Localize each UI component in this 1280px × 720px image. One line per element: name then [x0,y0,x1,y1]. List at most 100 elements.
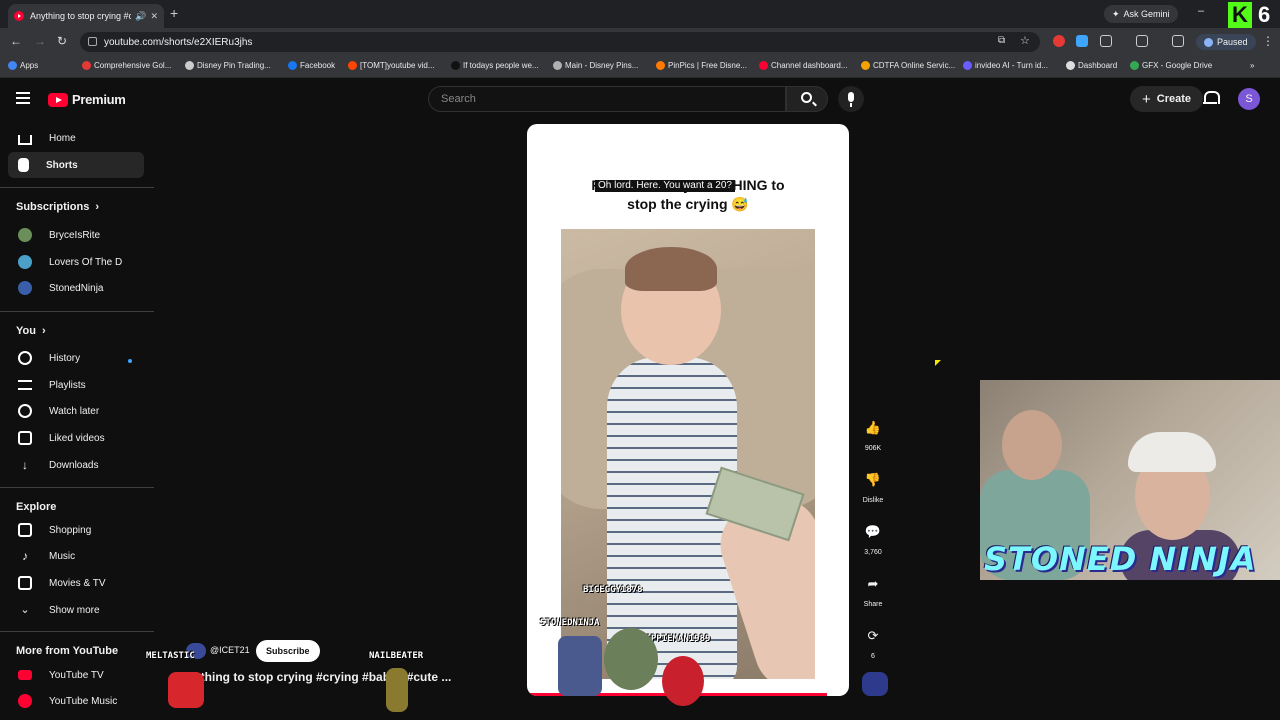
remix-button[interactable]: ⟳ 6 [859,623,887,660]
search-button[interactable] [786,86,828,112]
extension-red-icon[interactable] [1053,35,1065,47]
bookmark-item[interactable]: CDTFA Online Servic... [861,61,955,70]
extension-blue-icon[interactable] [1076,35,1088,47]
divider [0,187,154,188]
audio-icon[interactable]: 🔊 [135,11,146,22]
kick-logo-icon: K [1228,2,1252,28]
site-info-icon[interactable] [88,37,97,46]
video-title[interactable]: ything to stop crying #crying #babys #cu… [194,670,451,684]
remix-count: 6 [871,653,875,660]
share-button[interactable]: ➦ Share [859,571,887,608]
sound-thumbnail-icon[interactable] [862,672,888,696]
bookmark-favicon-icon [82,61,91,70]
tab-title: Anything to stop crying #c [30,11,132,21]
like-count: 906K [864,445,882,452]
sidebar-item-bryceisrite[interactable]: BryceIsRite [8,222,144,248]
comments-button[interactable]: 💬 3,760 [859,519,887,556]
bookmark-item[interactable]: Main - Disney Pins... [553,61,638,70]
create-button[interactable]: + Create [1130,86,1204,112]
sidebar-item-watch-later[interactable]: Watch later [8,398,144,424]
shorts-player[interactable]: Parents will try ANYTHING to stop the cr… [527,124,849,696]
you-heading-label: You [16,325,36,337]
sidebar-item-home[interactable]: Home [8,125,144,151]
hamburger-menu-icon[interactable] [16,92,30,104]
sidebar-item-youtube-music[interactable]: YouTube Music [8,688,144,714]
share-icon: ➦ [867,576,879,591]
share-label: Share [863,601,883,608]
subscribe-button[interactable]: Subscribe [256,640,320,662]
sidebar-item-playlists[interactable]: Playlists [8,372,144,398]
movies-icon [18,576,32,590]
url-bar[interactable]: youtube.com/shorts/e2XIERu3jhs [80,32,1040,52]
back-icon[interactable]: ← [10,34,22,48]
sidebar-item-label: Movies & TV [49,577,106,589]
sidebar-item-liked-videos[interactable]: Liked videos [8,425,144,451]
mouse-cursor-icon [935,360,941,366]
bookmarks-overflow-icon[interactable]: » [1250,61,1254,70]
extensions-puzzle-icon[interactable] [1100,35,1112,47]
sidebar-item-stonedninja[interactable]: StonedNinja [8,275,144,301]
channel-avatar-icon [18,255,32,269]
thumbs-up-icon: 👍 [864,420,882,435]
bookmark-item[interactable]: If todays people we... [451,61,539,70]
browser-menu-icon[interactable]: ⋮ [1262,34,1274,48]
bookmark-item[interactable]: Apps [8,61,38,70]
sidebar-item-youtube-tv[interactable]: YouTube TV [8,662,144,688]
tab-search-icon[interactable] [1136,35,1148,47]
sidebar-item-show-more[interactable]: ⌄ Show more [8,597,144,623]
bookmark-favicon-icon [861,61,870,70]
tab-close-icon[interactable]: ✕ [150,11,158,22]
profile-paused-button[interactable]: Paused [1196,34,1256,50]
channel-handle[interactable]: @ICET21 [210,645,250,655]
new-tab-button[interactable]: + [170,5,178,21]
sidebar-item-movies-tv[interactable]: Movies & TV [8,570,144,596]
history-icon [18,351,32,365]
bookmark-favicon-icon [553,61,562,70]
bookmark-item[interactable]: [TOMT]youtube vid... [348,61,435,70]
sidebar-item-history[interactable]: History [8,345,144,371]
bookmark-item[interactable]: Channel dashboard... [759,61,848,70]
sidebar-item-label: Playlists [49,379,86,391]
explore-heading: Explore [16,501,56,513]
you-heading[interactable]: You › [16,325,46,337]
ask-gemini-button[interactable]: ✦ Ask Gemini [1104,5,1178,23]
reading-list-icon[interactable] [1172,35,1184,47]
account-avatar[interactable]: S [1238,88,1260,110]
youtube-premium-logo[interactable]: Premium [48,92,126,107]
youtube-logo-icon [48,92,68,107]
create-label: Create [1156,93,1192,105]
search-input[interactable]: Search [428,86,786,112]
voice-search-icon[interactable] [838,86,864,112]
browser-tab[interactable]: Anything to stop crying #c 🔊 ✕ [8,4,164,28]
chatter-name-nailbeater: NAILBEATER [369,651,424,661]
like-button[interactable]: 👍 906K [859,415,887,452]
home-icon [18,135,32,145]
bookmark-label: Dashboard [1078,61,1118,70]
sidebar-item-music[interactable]: ♪ Music [8,543,144,569]
sidebar-item-shopping[interactable]: Shopping [8,517,144,543]
sidebar-item-lovers-of-the-d[interactable]: Lovers Of The D [8,249,144,275]
bookmark-item[interactable]: Dashboard [1066,61,1117,70]
notifications-bell-icon[interactable] [1203,90,1220,106]
sidebar-item-downloads[interactable]: ↓ Downloads [8,452,144,478]
playlists-icon [18,380,32,390]
bookmark-item[interactable]: Disney Pin Trading... [185,61,271,70]
bookmark-star-icon[interactable]: ☆ [1020,34,1030,47]
reload-icon[interactable]: ↻ [57,34,67,48]
subscriptions-heading[interactable]: Subscriptions › [16,201,99,213]
dislike-button[interactable]: 👎 Dislike [859,467,887,504]
bookmark-item[interactable]: Comprehensive Gol... [82,61,171,70]
sidebar-item-label: Lovers Of The D [49,256,123,268]
bookmark-item[interactable]: PinPics | Free Disne... [656,61,747,70]
video-frame[interactable] [561,229,815,679]
forward-icon[interactable]: → [34,34,46,48]
sprite-knuckles-icon [662,656,704,706]
bookmarks-bar: Apps Comprehensive Gol... Disney Pin Tradi… [0,56,1280,78]
sidebar-item-label: History [49,352,81,364]
bookmark-item[interactable]: Facebook [288,61,335,70]
install-app-icon[interactable]: ⧉ [998,35,1005,46]
bookmark-item[interactable]: GFX - Google Drive [1130,61,1212,70]
sidebar-item-shorts[interactable]: Shorts [8,152,144,178]
bookmark-item[interactable]: invideo AI - Turn id... [963,61,1048,70]
minimize-icon[interactable]: – [1198,5,1204,17]
